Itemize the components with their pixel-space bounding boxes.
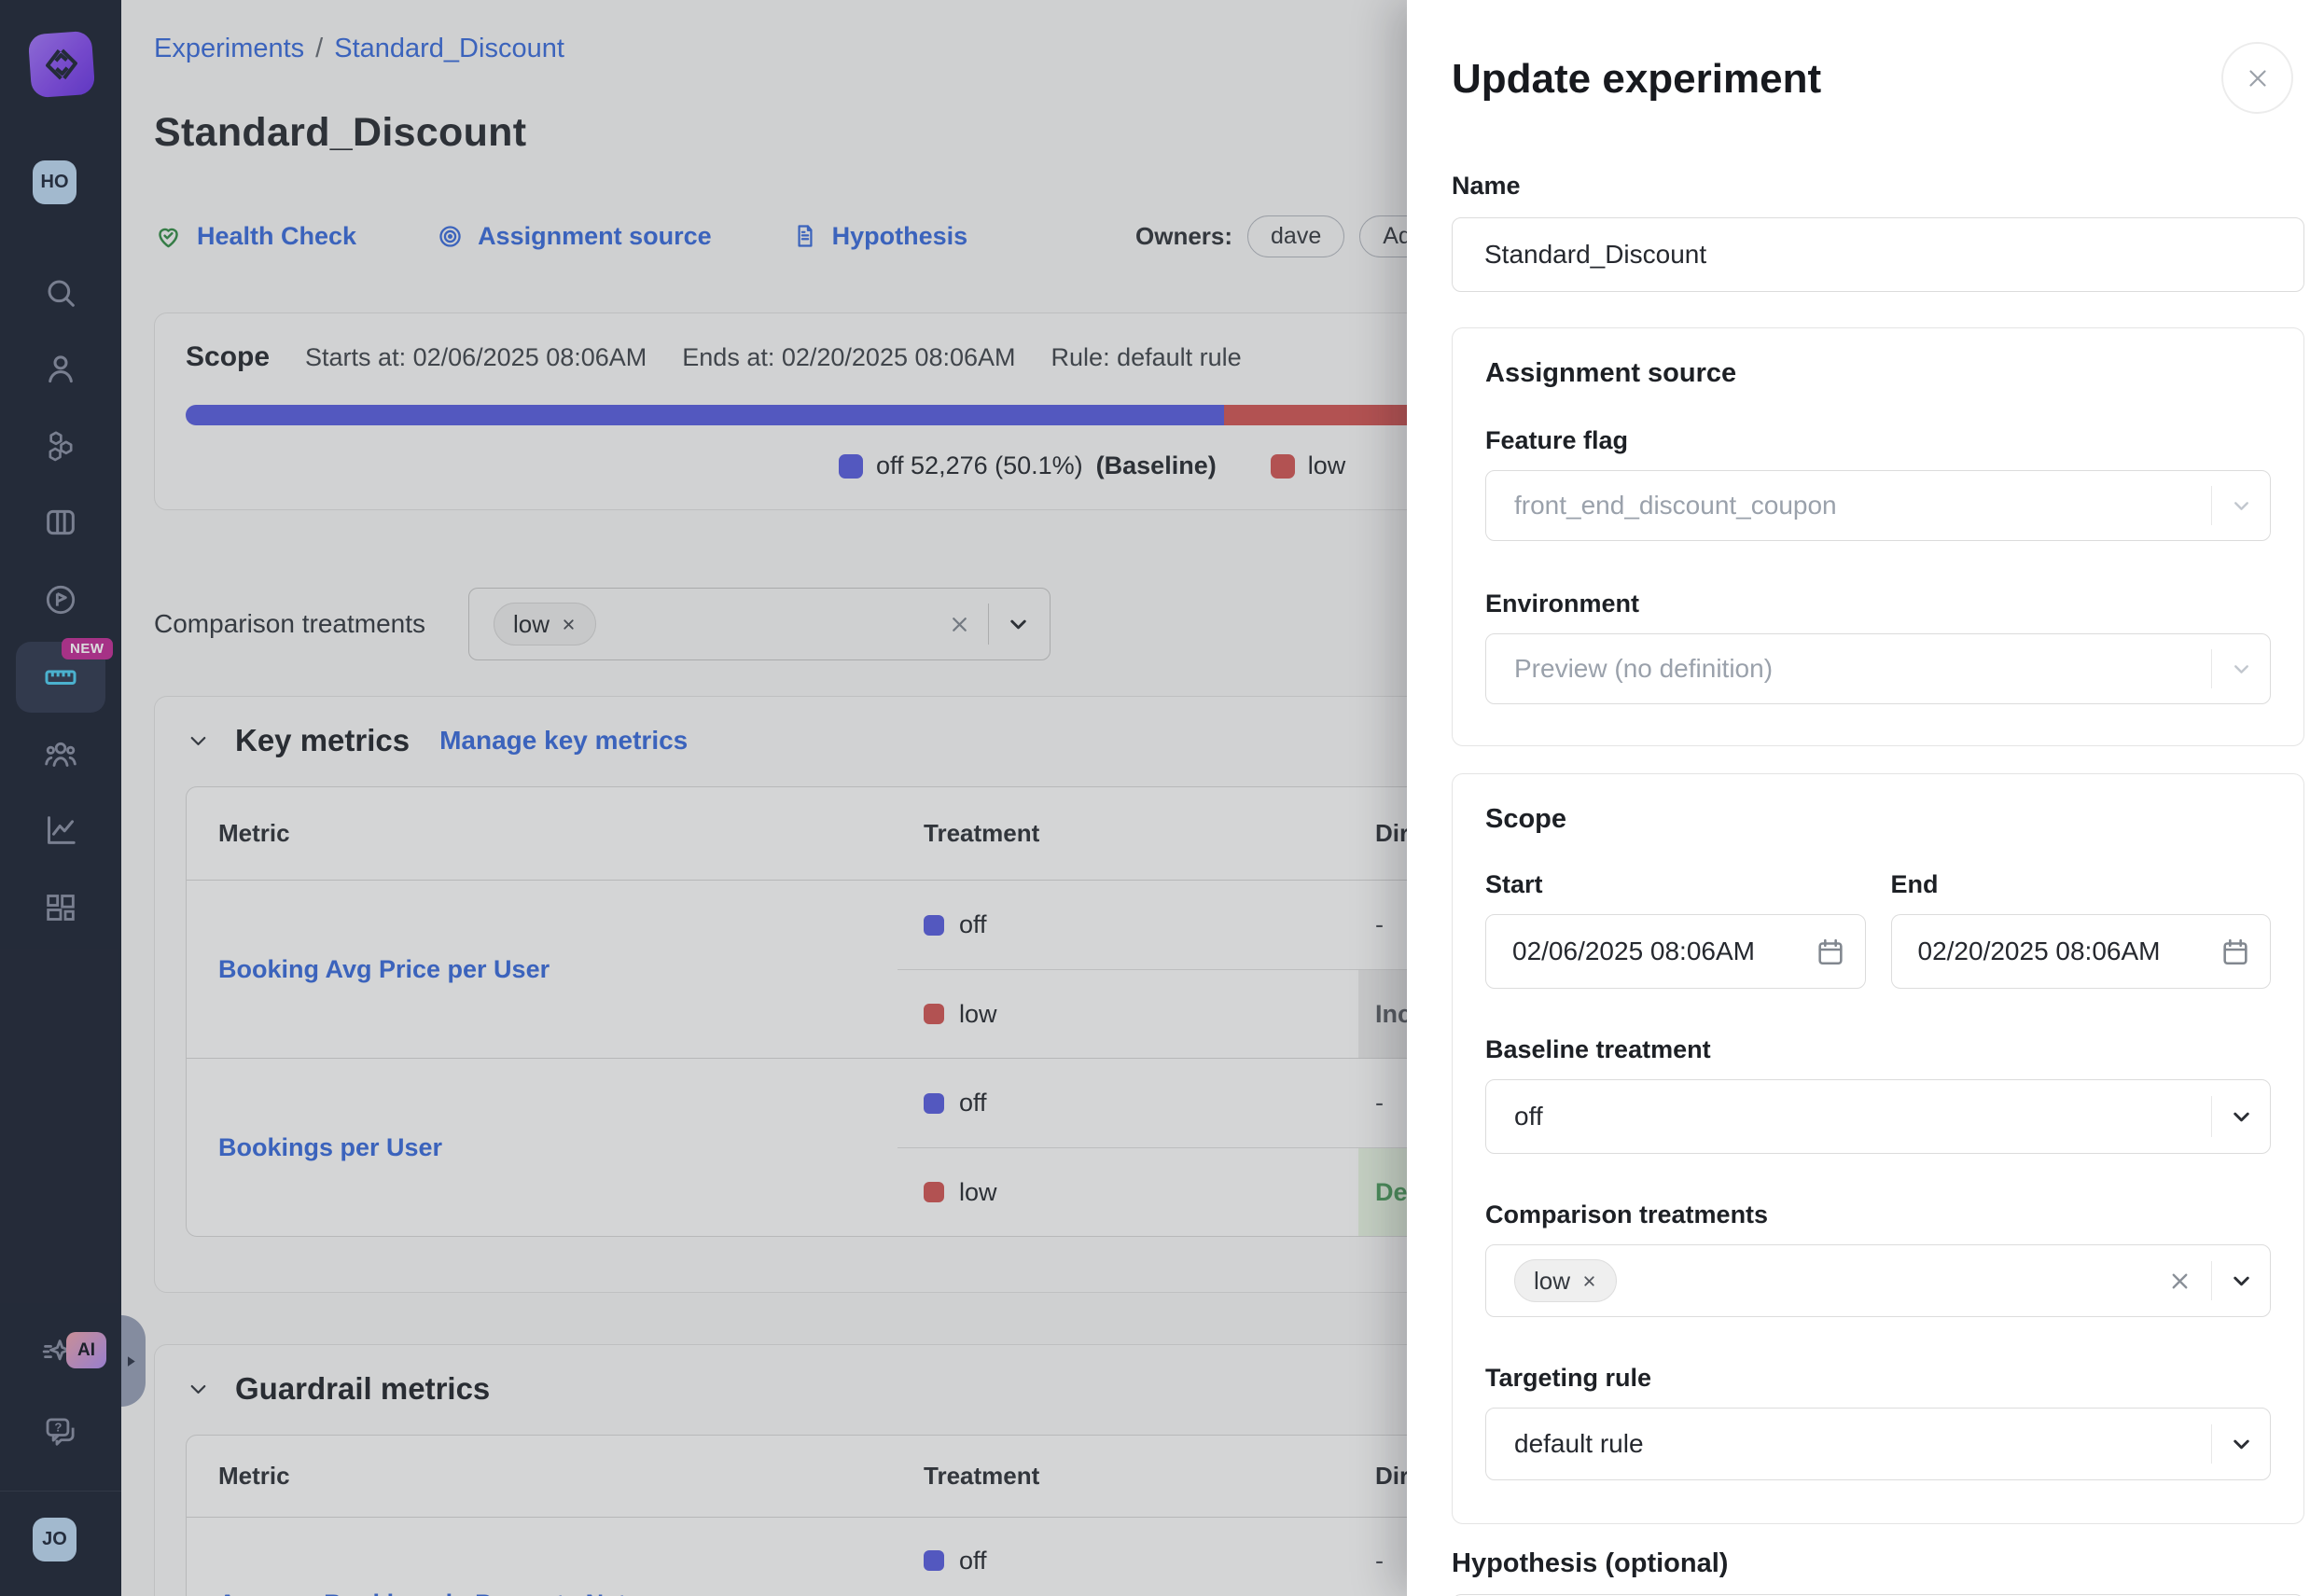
end-label: End [1891, 870, 2272, 899]
end-date-value: 02/20/2025 08:06AM [1918, 937, 2220, 966]
targeting-rule-value: default rule [1514, 1429, 1644, 1459]
treatment-tag-low[interactable]: low [1514, 1259, 1617, 1302]
start-label: Start [1485, 870, 1866, 899]
baseline-treatment-value: off [1514, 1102, 1543, 1131]
clear-selection-icon[interactable] [2167, 1269, 2192, 1294]
name-input[interactable]: Standard_Discount [1452, 217, 2304, 292]
remove-tag-icon[interactable] [1581, 1273, 1597, 1289]
treatment-tag-label: low [1534, 1267, 1570, 1296]
start-date-input[interactable]: 02/06/2025 08:06AM [1485, 914, 1866, 989]
comparison-treatments-select[interactable]: low [1485, 1244, 2271, 1317]
close-panel-button[interactable] [2221, 42, 2293, 114]
scope-card: Scope Start 02/06/2025 08:06AM End 02/20… [1452, 773, 2304, 1524]
baseline-treatment-select[interactable]: off [1485, 1079, 2271, 1154]
name-input-value: Standard_Discount [1484, 240, 1706, 270]
targeting-rule-select[interactable]: default rule [1485, 1408, 2271, 1480]
assignment-source-card: Assignment source Feature flag front_end… [1452, 327, 2304, 746]
chevron-down-icon [2230, 658, 2253, 681]
scope-heading: Scope [1485, 804, 2271, 835]
comparison-treatments-label: Comparison treatments [1485, 1200, 2271, 1229]
hypothesis-optional-label: Hypothesis (optional) [1452, 1548, 2304, 1579]
environment-label: Environment [1485, 590, 2271, 618]
assignment-source-heading: Assignment source [1485, 358, 2271, 389]
feature-flag-select[interactable]: front_end_discount_coupon [1485, 470, 2271, 541]
start-date-value: 02/06/2025 08:06AM [1512, 937, 1815, 966]
environment-value: Preview (no definition) [1514, 654, 1773, 684]
name-label: Name [1452, 172, 2304, 201]
baseline-treatment-label: Baseline treatment [1485, 1035, 2271, 1064]
feature-flag-label: Feature flag [1485, 426, 2271, 455]
app-root: HO NEW [0, 0, 2324, 1596]
targeting-rule-label: Targeting rule [1485, 1364, 2271, 1393]
environment-select[interactable]: Preview (no definition) [1485, 633, 2271, 704]
close-icon [2244, 64, 2272, 92]
chevron-down-icon [2229, 1269, 2254, 1294]
chevron-down-icon [2229, 1432, 2254, 1457]
update-experiment-panel: Update experiment Name Standard_Discount… [1407, 0, 2324, 1596]
chevron-down-icon [2230, 494, 2253, 518]
end-date-input[interactable]: 02/20/2025 08:06AM [1891, 914, 2272, 989]
calendar-icon[interactable] [1815, 936, 1846, 967]
panel-title: Update experiment [1452, 56, 2304, 103]
chevron-down-icon [2229, 1104, 2254, 1130]
feature-flag-value: front_end_discount_coupon [1514, 491, 1837, 520]
calendar-icon[interactable] [2220, 936, 2251, 967]
